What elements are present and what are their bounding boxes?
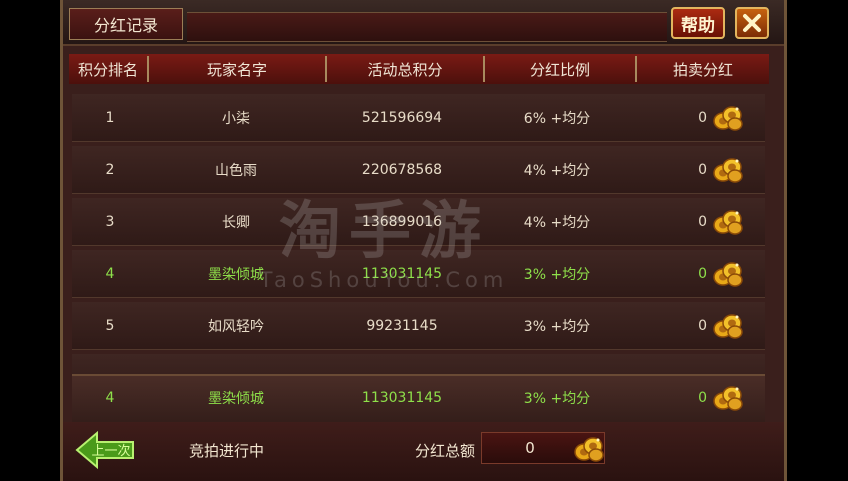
table-row: 4 墨染倾城 113031145 3% +均分 0	[72, 250, 765, 298]
col-player-name: 玩家名字	[206, 60, 267, 79]
col-dividend-ratio: 分红比例	[529, 60, 590, 79]
auction-value: 0	[698, 390, 707, 406]
gold-coin-icon	[713, 157, 743, 183]
player-name-cell: 墨染倾城	[208, 391, 264, 407]
title-bar: 分红记录 帮助	[63, 0, 784, 46]
score-cell: 99231145	[366, 318, 438, 334]
player-name-cell: 小柒	[222, 111, 250, 127]
col-rank: 积分排名	[77, 60, 138, 79]
gold-coin-icon	[713, 385, 743, 411]
close-button[interactable]	[735, 7, 769, 39]
total-dividend-label: 分红总额	[415, 442, 476, 460]
ratio-cell: 3% +均分	[523, 319, 591, 335]
col-auction-dividend: 拍卖分红	[672, 60, 733, 79]
rank-cell: 5	[105, 318, 115, 334]
auction-value: 0	[698, 266, 707, 282]
my-rank-row: 4 墨染倾城 113031145 3% +均分 0	[72, 374, 765, 422]
window-title: 分红记录	[69, 8, 183, 40]
score-cell: 521596694	[361, 110, 443, 126]
table-row: 5 如风轻吟 99231145 3% +均分 0	[72, 302, 765, 350]
player-name-cell: 墨染倾城	[208, 267, 264, 283]
rank-cell: 4	[105, 390, 115, 406]
total-dividend-box: 0	[481, 432, 605, 464]
score-cell: 136899016	[361, 214, 443, 230]
previous-label: 上一次	[91, 443, 130, 459]
rank-cell: 4	[105, 266, 115, 282]
score-cell: 220678568	[361, 162, 443, 178]
gold-coin-icon	[574, 436, 604, 462]
dividend-record-panel: 分红记录 帮助 积分排名 玩家名字 活动总积分 分红比例 拍卖分红 1 小柒 5…	[60, 0, 787, 481]
title-decoration	[187, 12, 667, 42]
close-x-icon	[743, 14, 761, 32]
ranking-list[interactable]: 1 小柒 521596694 6% +均分 0 2 山色雨 220678568 …	[72, 86, 765, 374]
player-name-cell: 长卿	[222, 215, 250, 231]
player-name-cell: 如风轻吟	[208, 319, 264, 335]
ratio-cell: 3% +均分	[523, 391, 591, 407]
rank-cell: 1	[105, 110, 115, 126]
rank-cell: 3	[105, 214, 115, 230]
auction-cell: 0	[698, 146, 749, 194]
ratio-cell: 4% +均分	[523, 163, 591, 179]
rank-cell: 2	[105, 162, 115, 178]
score-cell: 113031145	[361, 390, 443, 406]
footer-bar: 上一次 竞拍进行中 分红总额 0	[63, 422, 784, 481]
ratio-cell: 3% +均分	[523, 267, 591, 283]
table-row-partial	[72, 354, 765, 374]
auction-value: 0	[698, 214, 707, 230]
auction-cell: 0	[698, 302, 749, 350]
green-arrow-left-icon: 上一次	[75, 430, 134, 470]
auction-cell: 0	[698, 94, 749, 142]
auction-cell: 0	[698, 250, 749, 298]
ratio-cell: 4% +均分	[523, 215, 591, 231]
score-cell: 113031145	[361, 266, 443, 282]
gold-coin-icon	[713, 105, 743, 131]
table-header: 积分排名 玩家名字 活动总积分 分红比例 拍卖分红	[69, 54, 769, 84]
gold-coin-icon	[713, 261, 743, 287]
auction-cell: 0	[698, 376, 749, 420]
help-button[interactable]: 帮助	[671, 7, 725, 39]
auction-value: 0	[698, 110, 707, 126]
gold-coin-icon	[713, 313, 743, 339]
ratio-cell: 6% +均分	[523, 111, 591, 127]
col-total-score: 活动总积分	[367, 60, 443, 79]
auction-value: 0	[698, 162, 707, 178]
player-name-cell: 山色雨	[215, 163, 257, 179]
table-row: 1 小柒 521596694 6% +均分 0	[72, 94, 765, 142]
auction-status: 竞拍进行中	[189, 442, 265, 460]
total-dividend-value: 0	[525, 439, 535, 457]
table-row: 2 山色雨 220678568 4% +均分 0	[72, 146, 765, 194]
auction-cell: 0	[698, 198, 749, 246]
auction-value: 0	[698, 318, 707, 334]
gold-coin-icon	[713, 209, 743, 235]
table-row: 3 长卿 136899016 4% +均分 0	[72, 198, 765, 246]
previous-button[interactable]: 上一次	[75, 430, 137, 470]
